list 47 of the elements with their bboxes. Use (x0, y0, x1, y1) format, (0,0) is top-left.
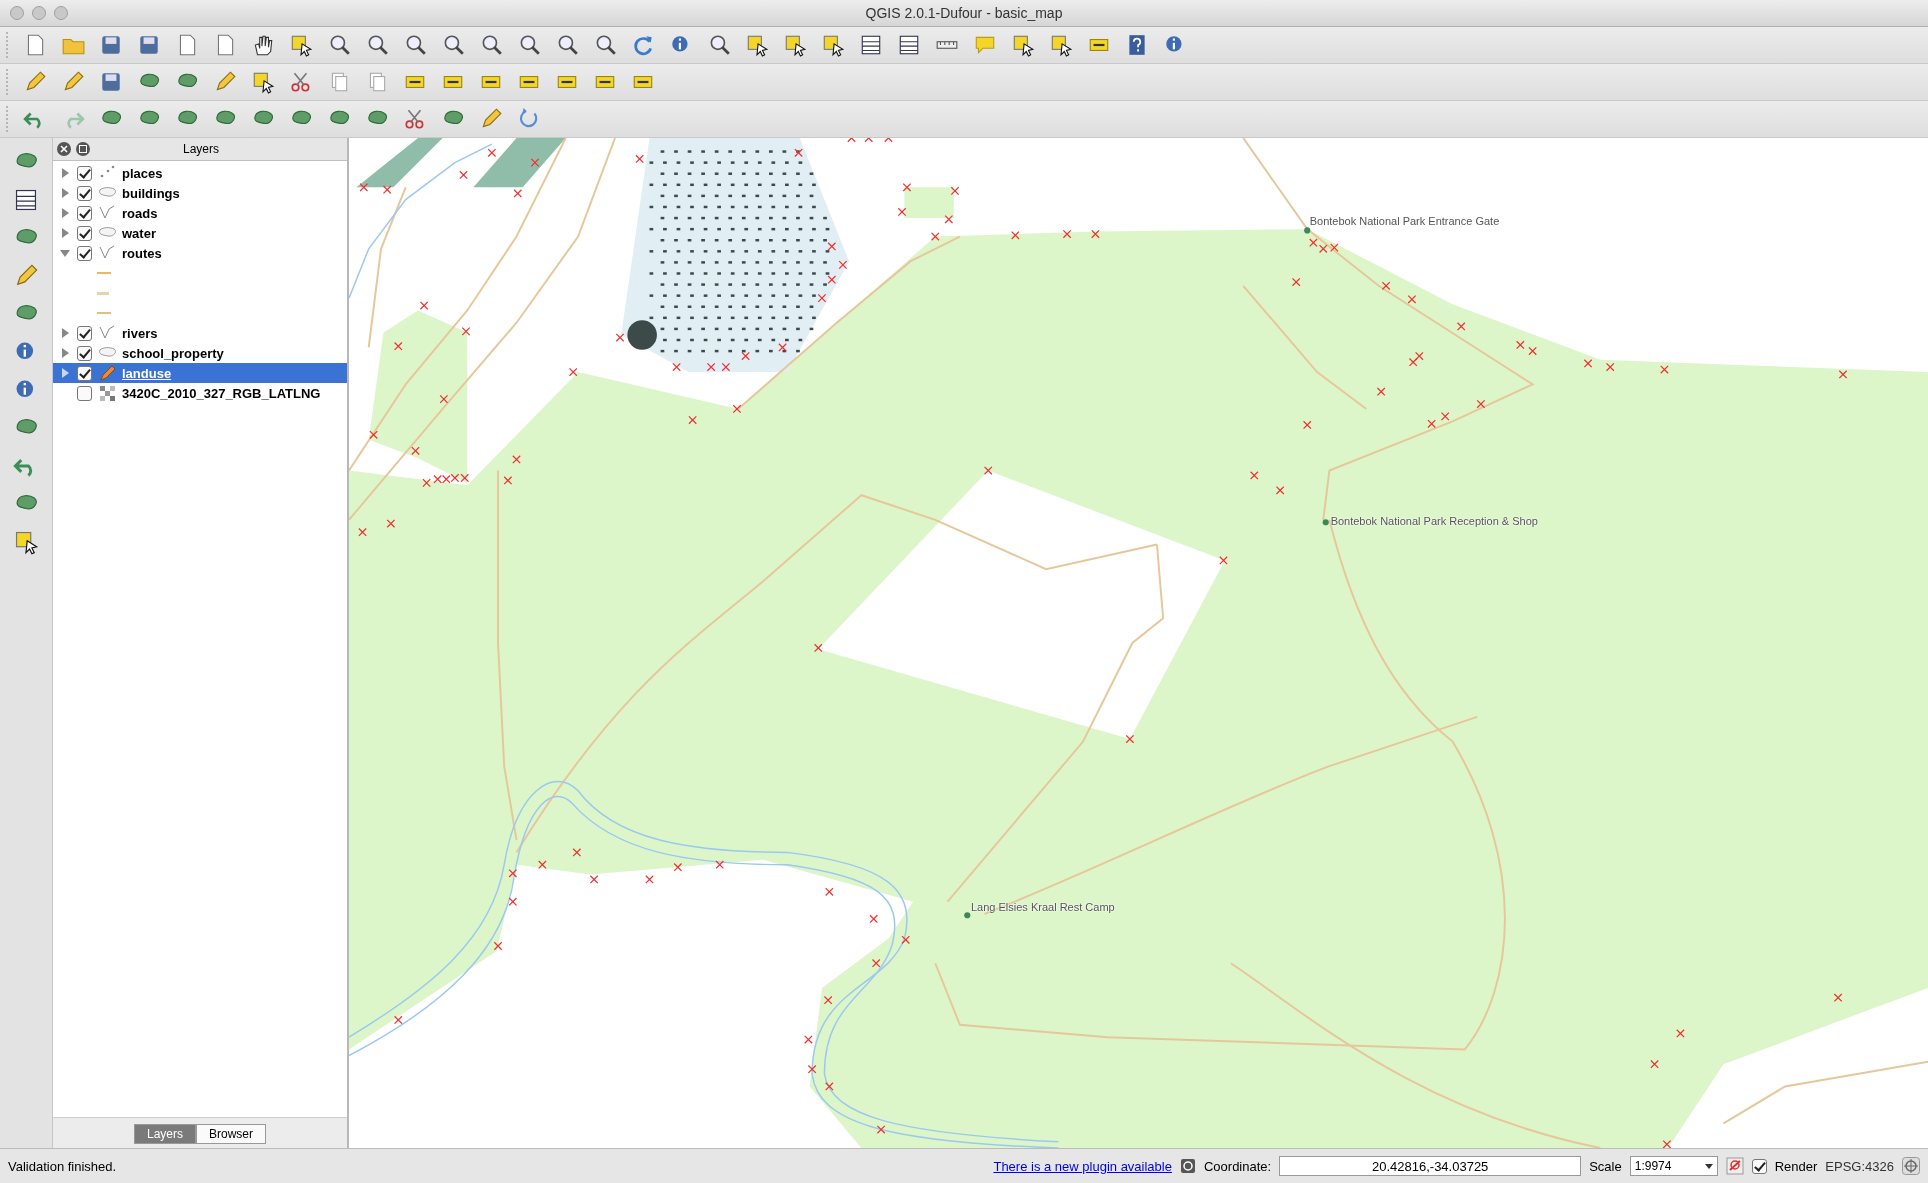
coordinate-field[interactable]: 20.42816,-34.03725 (1279, 1156, 1582, 1176)
layer-name[interactable]: routes (122, 245, 162, 261)
layer-checkbox[interactable] (77, 325, 92, 341)
layer-name[interactable]: school_property (122, 345, 224, 361)
expand-arrow-icon[interactable] (59, 367, 71, 379)
panel-title: Layers (182, 142, 220, 156)
expand-arrow-icon[interactable] (59, 187, 71, 199)
layer-checkbox[interactable] (77, 225, 92, 241)
layer-name[interactable]: rivers (122, 325, 158, 341)
layer-checkbox[interactable] (77, 205, 92, 221)
layer-checkbox[interactable] (77, 185, 92, 201)
expand-arrow-icon[interactable] (59, 327, 71, 339)
layer-name[interactable]: water (122, 225, 156, 241)
panel-tab[interactable]: Layers (133, 1124, 196, 1144)
layer-checkbox[interactable] (77, 345, 92, 361)
layer-name[interactable]: landuse (122, 365, 172, 381)
layer-checkbox[interactable] (77, 165, 92, 181)
raster-layer-icon (98, 384, 116, 402)
coordinate-label: Coordinate: (1203, 1158, 1272, 1174)
pencil-icon (98, 364, 116, 382)
scale-label: Scale (1589, 1158, 1622, 1174)
map-label: Bontebok National Park Entrance Gate (1309, 214, 1500, 227)
panel-tab[interactable]: Browser (196, 1124, 266, 1144)
layer-checkbox[interactable] (77, 245, 92, 261)
layer-name[interactable]: places (122, 165, 163, 181)
status-message: Validation finished. (8, 1158, 117, 1174)
close-icon[interactable] (57, 142, 71, 156)
layer-checkbox[interactable] (77, 385, 92, 401)
plugin-link[interactable]: There is a new plugin available (993, 1158, 1172, 1174)
layer-name[interactable]: roads (122, 205, 158, 221)
expand-arrow-icon[interactable] (59, 347, 71, 359)
layer-name[interactable]: 3420C_2010_327_RGB_LATLNG (122, 385, 321, 401)
render-checkbox[interactable] (1751, 1158, 1767, 1174)
crs-label[interactable]: EPSG:4326 (1825, 1158, 1894, 1174)
expand-arrow-icon[interactable] (59, 207, 71, 219)
map-label: Lang Elsies Kraal Rest Camp (971, 900, 1115, 913)
layer-name[interactable]: buildings (122, 185, 180, 201)
float-icon[interactable] (76, 142, 90, 156)
map-canvas[interactable]: Bontebok National Park Entrance Gate Bontebok National Park Reception & Shop Lang Elsies Kraal Rest Camp (349, 138, 1928, 1148)
expand-arrow-icon[interactable] (59, 167, 71, 179)
layer-checkbox[interactable] (77, 365, 92, 381)
expand-arrow-icon[interactable] (59, 247, 71, 259)
window-title: QGIS 2.0.1-Dufour - basic_map (865, 5, 1063, 21)
render-label: Render (1774, 1158, 1818, 1174)
scale-dropdown[interactable]: 1:9974 (1629, 1156, 1718, 1176)
map-label: Bontebok National Park Reception & Shop (1330, 515, 1538, 528)
expand-arrow-icon[interactable] (59, 227, 71, 239)
